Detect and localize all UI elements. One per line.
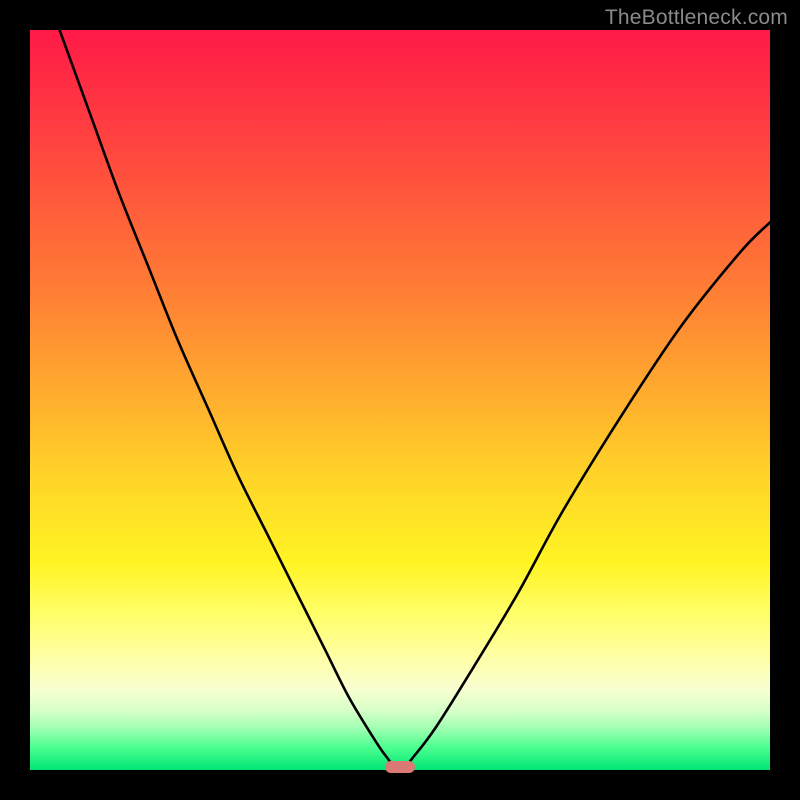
curve-svg [30, 30, 770, 770]
watermark-text: TheBottleneck.com [605, 6, 788, 30]
chart-frame: TheBottleneck.com [0, 0, 800, 800]
bottleneck-curve [60, 30, 770, 770]
plot-area [30, 30, 770, 770]
minimum-marker [385, 761, 415, 773]
